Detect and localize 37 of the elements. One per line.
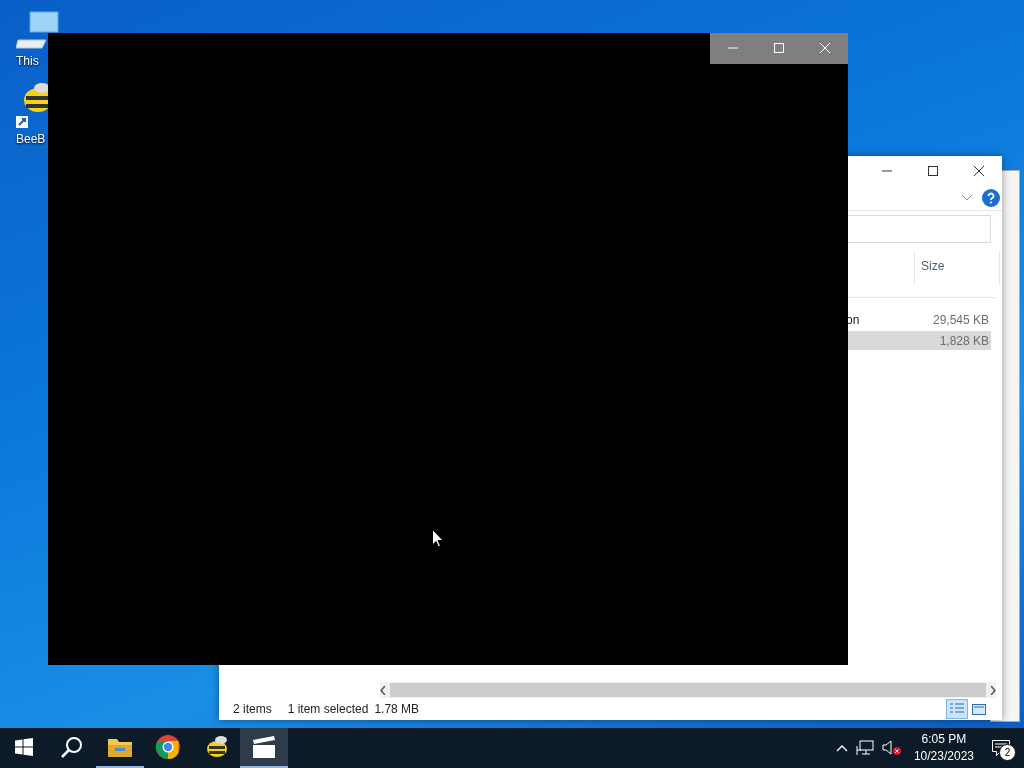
notification-count: 2: [999, 744, 1016, 761]
scroll-right-icon[interactable]: [990, 685, 996, 695]
details-view-icon: [950, 703, 964, 715]
column-header[interactable]: Size: [914, 251, 1000, 285]
item-count: 2 items: [233, 702, 272, 716]
message-icon: [992, 740, 1010, 756]
close-icon: [974, 166, 984, 176]
chevron-up-icon[interactable]: [835, 744, 848, 752]
search-icon: [61, 736, 83, 758]
windows-logo-icon: [15, 738, 33, 756]
desktop-icon-label[interactable]: This: [16, 54, 39, 68]
taskbar-app-button[interactable]: [240, 728, 288, 768]
help-icon[interactable]: [982, 189, 1000, 207]
file-size: 1,828 KB: [939, 333, 989, 348]
computer-icon: [16, 10, 60, 52]
network-icon[interactable]: [855, 740, 874, 756]
tiles-view-icon: [972, 703, 986, 715]
mouse-pointer-icon: [432, 529, 444, 548]
file-row[interactable]: 1,828 KB: [846, 331, 991, 350]
scroll-left-icon[interactable]: [380, 685, 386, 695]
file-size: 29,545 KB: [932, 312, 989, 327]
folder-icon: [108, 737, 132, 757]
clock[interactable]: 6:05 PM 10/23/2023: [909, 731, 978, 765]
clapperboard-icon: [252, 736, 276, 758]
search-field[interactable]: [846, 215, 991, 243]
horizontal-scrollbar[interactable]: [380, 682, 996, 698]
scrollbar-thumb[interactable]: [390, 683, 986, 697]
notifications-button[interactable]: 2: [986, 733, 1016, 763]
desktop-icon-label[interactable]: BeeB: [16, 132, 46, 146]
maximize-icon: [928, 166, 938, 176]
chrome-icon: [156, 735, 180, 759]
selection-size: 1.78 MB: [374, 702, 420, 716]
close-icon: [820, 43, 830, 53]
maximize-icon: [774, 43, 784, 53]
chevron-down-icon[interactable]: [962, 195, 972, 201]
muted-speaker-icon[interactable]: [881, 740, 902, 756]
selection-status: 1 item selected: [287, 702, 369, 716]
